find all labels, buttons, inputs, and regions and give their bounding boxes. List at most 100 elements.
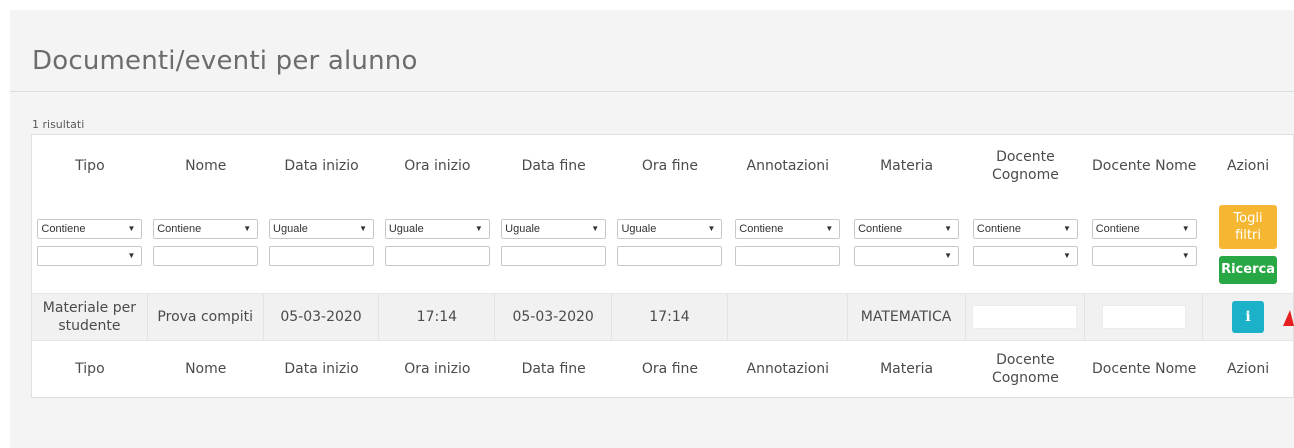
dropdown-arrow-icon: ▼: [591, 224, 600, 233]
footer-row: Tipo Nome Data inizio Ora inizio Data fi…: [32, 341, 1293, 397]
filter-operator-label: Contiene: [1095, 223, 1140, 235]
col-footer-data-inizio: Data inizio: [284, 361, 359, 377]
col-footer-data-fine: Data fine: [521, 361, 586, 377]
filter-operator-docente-cognome[interactable]: Contiene ▼: [972, 219, 1078, 239]
filter-value-materia[interactable]: ▼: [854, 246, 960, 266]
filter-value-tipo[interactable]: ▼: [37, 246, 143, 266]
col-header-materia[interactable]: Materia: [848, 135, 966, 197]
filter-operator-ora-fine[interactable]: Uguale ▼: [617, 219, 723, 239]
cell-docente-cognome: [966, 294, 1086, 340]
col-header-annotazioni[interactable]: Annotazioni: [728, 135, 848, 197]
filter-operator-label: Contiene: [976, 223, 1021, 235]
filter-operator-annotazioni[interactable]: Contiene ▼: [735, 219, 841, 239]
filter-cell-annotazioni: Contiene ▼: [728, 197, 848, 293]
filter-input-annotazioni[interactable]: [735, 246, 841, 266]
filter-input-ora-inizio[interactable]: [384, 246, 490, 266]
col-header-docente-cognome[interactable]: Docente Cognome: [966, 135, 1086, 197]
info-icon: i: [1245, 309, 1251, 325]
content-area: 1 risultati Tipo Nome Data inizio Ora in…: [10, 92, 1294, 448]
col-footer-tipo: Tipo: [75, 361, 105, 377]
filter-operator-label: Uguale: [505, 223, 541, 235]
col-header-ora-fine[interactable]: Ora fine: [612, 135, 728, 197]
filter-input-nome[interactable]: [153, 246, 259, 266]
filter-operator-label: Uguale: [388, 223, 424, 235]
dropdown-arrow-icon: ▼: [707, 224, 716, 233]
cell-annotazioni: [728, 294, 848, 340]
filter-operator-nome[interactable]: Contiene ▼: [153, 219, 259, 239]
cell-data-inizio: 05-03-2020: [264, 294, 380, 340]
col-header-data-fine[interactable]: Data fine: [495, 135, 612, 197]
results-count: 1 risultati: [32, 118, 85, 131]
col-header-data-inizio[interactable]: Data inizio: [264, 135, 380, 197]
dropdown-arrow-icon: ▼: [1062, 224, 1071, 233]
col-header-ora-inizio[interactable]: Ora inizio: [379, 135, 495, 197]
results-grid: Tipo Nome Data inizio Ora inizio Data fi…: [31, 134, 1294, 398]
col-header-docente-nome[interactable]: Docente Nome: [1085, 135, 1203, 197]
filter-value-docente-nome[interactable]: ▼: [1091, 246, 1197, 266]
dropdown-arrow-icon: ▼: [1181, 251, 1190, 260]
filter-operator-label: Contiene: [739, 223, 784, 235]
cell-data-fine: 05-03-2020: [495, 294, 613, 340]
cell-ora-fine: 17:14: [612, 294, 728, 340]
cell-azioni: i: [1203, 294, 1293, 340]
filter-input-ora-fine[interactable]: [617, 246, 723, 266]
dropdown-arrow-icon: ▼: [474, 224, 483, 233]
page-header: Documenti/eventi per alunno: [10, 10, 1294, 92]
col-footer-nome: Nome: [185, 361, 227, 377]
col-footer-azioni: Azioni: [1226, 361, 1270, 377]
dropdown-arrow-icon: ▼: [359, 224, 368, 233]
filter-input-data-inizio[interactable]: [269, 246, 375, 266]
cell-docente-nome: [1085, 294, 1204, 340]
filter-input-data-fine[interactable]: [501, 246, 607, 266]
search-button[interactable]: Ricerca: [1219, 256, 1278, 284]
col-footer-docente-nome: Docente Nome: [1092, 361, 1197, 377]
filter-cell-ora-fine: Uguale ▼: [612, 197, 728, 293]
filter-operator-label: Contiene: [157, 223, 202, 235]
red-arrow-marker-icon: [1283, 310, 1294, 326]
col-header-tipo[interactable]: Tipo: [32, 135, 148, 197]
col-footer-annotazioni: Annotazioni: [746, 361, 830, 377]
docente-cognome-value: [972, 305, 1078, 329]
dropdown-arrow-icon: ▼: [1062, 251, 1071, 260]
col-footer-ora-inizio: Ora inizio: [404, 361, 471, 377]
filter-cell-azioni: Togli filtri Ricerca: [1203, 197, 1293, 293]
filter-operator-data-fine[interactable]: Uguale ▼: [501, 219, 607, 239]
clear-filters-button[interactable]: Togli filtri: [1219, 205, 1278, 249]
cell-materia: MATEMATICA: [848, 294, 966, 340]
filter-operator-label: Uguale: [273, 223, 308, 235]
dropdown-arrow-icon: ▼: [1181, 224, 1190, 233]
col-footer-ora-fine: Ora fine: [641, 361, 699, 377]
cell-nome: Prova compiti: [148, 294, 264, 340]
dropdown-arrow-icon: ▼: [243, 224, 252, 233]
dropdown-arrow-icon: ▼: [127, 224, 136, 233]
filter-operator-tipo[interactable]: Contiene ▼: [37, 219, 143, 239]
filter-cell-docente-nome: Contiene ▼ ▼: [1085, 197, 1203, 293]
col-header-azioni: Azioni: [1226, 158, 1270, 174]
col-header-nome[interactable]: Nome: [148, 135, 264, 197]
filter-operator-docente-nome[interactable]: Contiene ▼: [1091, 219, 1197, 239]
docente-nome-value: [1101, 305, 1186, 329]
filter-operator-label: Contiene: [41, 223, 86, 235]
filter-operator-data-inizio[interactable]: Uguale ▼: [269, 219, 375, 239]
dropdown-arrow-icon: ▼: [944, 224, 953, 233]
page-title: Documenti/eventi per alunno: [32, 46, 418, 76]
table-row[interactable]: Materiale per studente Prova compiti 05-…: [32, 293, 1293, 341]
filter-cell-materia: Contiene ▼ ▼: [848, 197, 966, 293]
filter-operator-label: Uguale: [621, 223, 657, 235]
filter-cell-data-inizio: Uguale ▼: [264, 197, 380, 293]
col-footer-materia: Materia: [880, 361, 934, 377]
filter-cell-tipo: Contiene ▼ ▼: [32, 197, 148, 293]
filter-operator-ora-inizio[interactable]: Uguale ▼: [384, 219, 490, 239]
cell-ora-inizio: 17:14: [379, 294, 496, 340]
cell-tipo: Materiale per studente: [32, 294, 148, 340]
filter-value-docente-cognome[interactable]: ▼: [972, 246, 1078, 266]
filter-cell-nome: Contiene ▼: [148, 197, 264, 293]
filter-operator-materia[interactable]: Contiene ▼: [854, 219, 960, 239]
filter-cell-data-fine: Uguale ▼: [495, 197, 612, 293]
col-footer-docente-cognome: Docente Cognome: [991, 352, 1059, 386]
info-button[interactable]: i: [1232, 301, 1265, 333]
header-row: Tipo Nome Data inizio Ora inizio Data fi…: [32, 135, 1293, 197]
filter-cell-docente-cognome: Contiene ▼ ▼: [966, 197, 1086, 293]
dropdown-arrow-icon: ▼: [127, 251, 136, 260]
filter-operator-label: Contiene: [858, 223, 903, 235]
